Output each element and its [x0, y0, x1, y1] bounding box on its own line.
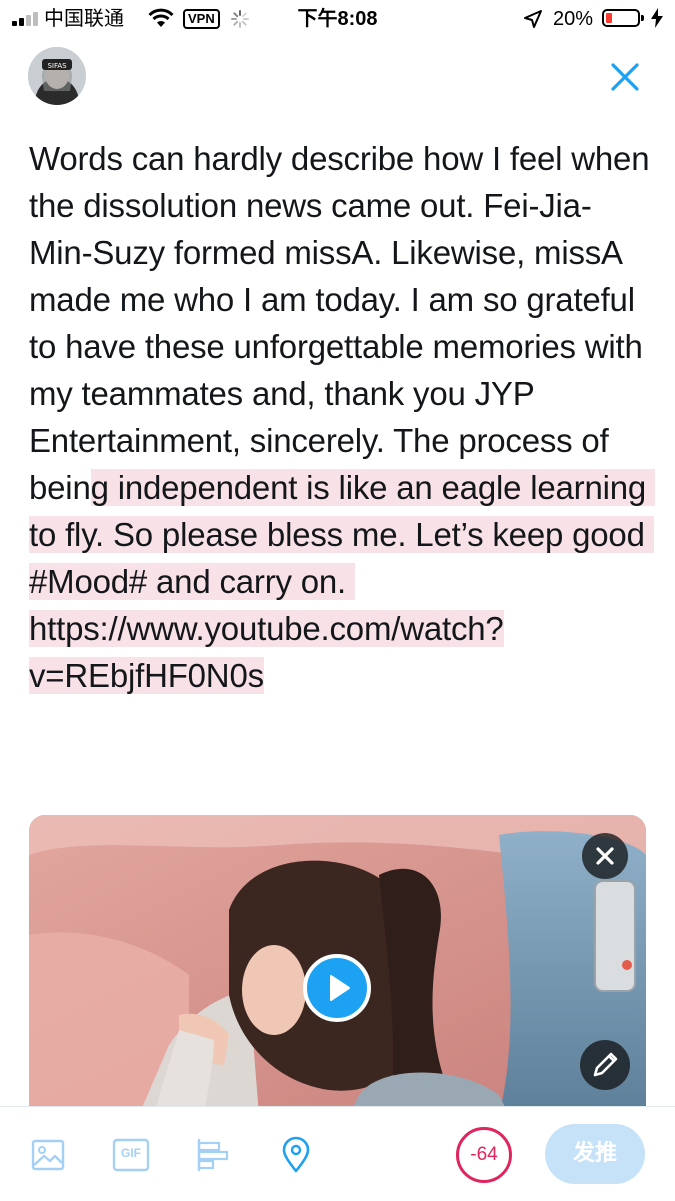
close-icon[interactable]: [605, 57, 645, 97]
tweet-compose-text[interactable]: Words can hardly describe how I feel whe…: [29, 135, 656, 699]
battery-cap: [641, 15, 644, 21]
poll-icon[interactable]: [193, 1135, 233, 1175]
battery-icon: [602, 9, 640, 27]
pencil-icon: [593, 1052, 618, 1077]
play-icon: [330, 975, 350, 1001]
battery-level: [606, 13, 612, 23]
tweet-text-within-limit: Words can hardly describe how I feel whe…: [29, 140, 659, 506]
edit-media-button[interactable]: [580, 1040, 630, 1090]
bolt-icon: [651, 8, 663, 28]
tweet-button[interactable]: 发推: [545, 1124, 645, 1184]
battery-percent: 20%: [553, 8, 594, 30]
compose-toolbar: GIF -64 发推: [0, 1106, 675, 1201]
close-icon: [596, 847, 614, 865]
location-arrow-icon: [524, 10, 542, 28]
gif-button[interactable]: GIF: [111, 1135, 151, 1175]
character-counter: -64: [456, 1127, 512, 1183]
video-attachment[interactable]: [29, 815, 646, 1115]
tweet-text-over-limit: g independent is like an eagle learning …: [29, 469, 656, 694]
play-button[interactable]: [303, 954, 371, 1022]
location-pin-icon[interactable]: [276, 1135, 316, 1175]
user-avatar[interactable]: SIFAS: [28, 47, 86, 105]
gif-label: GIF: [121, 1146, 141, 1160]
svg-text:SIFAS: SIFAS: [47, 62, 67, 70]
remove-media-button[interactable]: [582, 833, 628, 879]
status-bar: 中国联通 VPN 下午8:08 20%: [0, 0, 675, 38]
image-icon[interactable]: [28, 1135, 68, 1175]
